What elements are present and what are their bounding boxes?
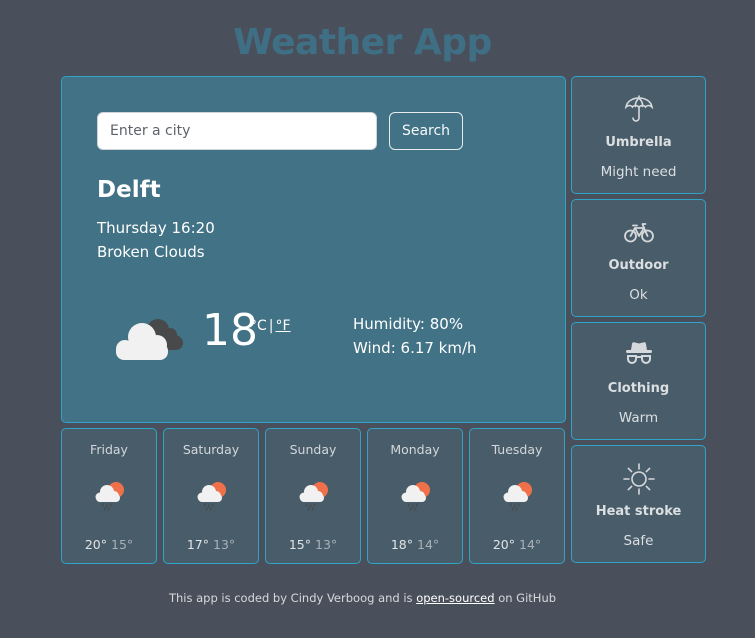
open-source-link[interactable]: open-sourced [416,591,494,605]
forecast-min-temp: 13° [213,537,236,552]
footer-suffix: on GitHub [494,591,557,605]
forecast-min-temp: 15° [111,537,134,552]
advice-value: Safe [623,533,654,549]
broken-clouds-icon [116,319,183,360]
forecast-day-card-friday: Friday 20° 15° [61,428,157,564]
advice-label: Clothing [607,381,670,396]
forecast-temps: 15° 13° [266,537,360,552]
forecast-day-card-monday: Monday 18° 14° [367,428,463,564]
forecast-max-temp: 17° [186,537,209,552]
umbrella-icon [624,95,653,122]
forecast-max-temp: 20° [84,537,107,552]
weather-description: Broken Clouds [97,243,205,261]
advice-card-clothing: Clothing Warm [571,322,706,440]
app-title: Weather App [233,22,492,63]
forecast-temps: 20° 15° [62,537,156,552]
unit-toggle: °C | °F [250,318,291,334]
forecast-day-name: Saturday [182,442,240,457]
forecast-min-temp: 13° [315,537,338,552]
advice-card-heat-stroke: Heat stroke Safe [571,445,706,563]
advice-label: Heat stroke [595,504,682,519]
current-weather-card: Search Delft Thursday 16:20 Broken Cloud… [61,76,566,423]
forecast-max-temp: 20° [492,537,515,552]
celsius-unit[interactable]: °C [250,318,267,334]
hat-glasses-icon [625,342,652,364]
search-button[interactable]: Search [389,112,463,150]
rain-sun-cloud-icon [503,482,532,511]
fahrenheit-link[interactable]: °F [276,318,291,334]
humidity: Humidity: 80% [353,315,464,333]
forecast-temps: 18° 14° [368,537,462,552]
city-search-input[interactable] [97,112,377,150]
forecast-day-name: Sunday [289,442,337,457]
rain-sun-cloud-icon [197,482,226,511]
current-datetime: Thursday 16:20 [97,219,215,237]
advice-label: Outdoor [608,258,669,273]
advice-value: Ok [629,287,648,303]
rain-sun-cloud-icon [95,482,124,511]
sun-icon [622,463,655,495]
advice-value: Might need [600,164,677,180]
bicycle-icon [623,223,654,243]
forecast-day-name: Friday [90,442,128,457]
unit-separator: | [268,318,274,334]
forecast-max-temp: 18° [390,537,413,552]
footer: This app is coded by Cindy Verboog and i… [0,591,725,605]
forecast-temps: 20° 14° [470,537,564,552]
forecast-min-temp: 14° [417,537,440,552]
forecast-temps: 17° 13° [164,537,258,552]
rain-sun-cloud-icon [401,482,430,511]
advice-value: Warm [618,410,659,426]
forecast-day-name: Monday [390,442,440,457]
forecast-day-card-tuesday: Tuesday 20° 14° [469,428,565,564]
forecast-min-temp: 14° [519,537,542,552]
forecast-day-card-saturday: Saturday 17° 13° [163,428,259,564]
advice-card-umbrella: Umbrella Might need [571,76,706,194]
wind-speed: Wind: 6.17 km/h [353,339,477,357]
forecast-day-name: Tuesday [491,442,543,457]
advice-card-outdoor: Outdoor Ok [571,199,706,317]
forecast-day-card-sunday: Sunday 15° 13° [265,428,361,564]
rain-sun-cloud-icon [299,482,328,511]
advice-label: Umbrella [605,135,672,150]
footer-prefix: This app is coded by Cindy Verboog and i… [168,591,417,605]
forecast-max-temp: 15° [288,537,311,552]
city-name: Delft [97,177,161,203]
